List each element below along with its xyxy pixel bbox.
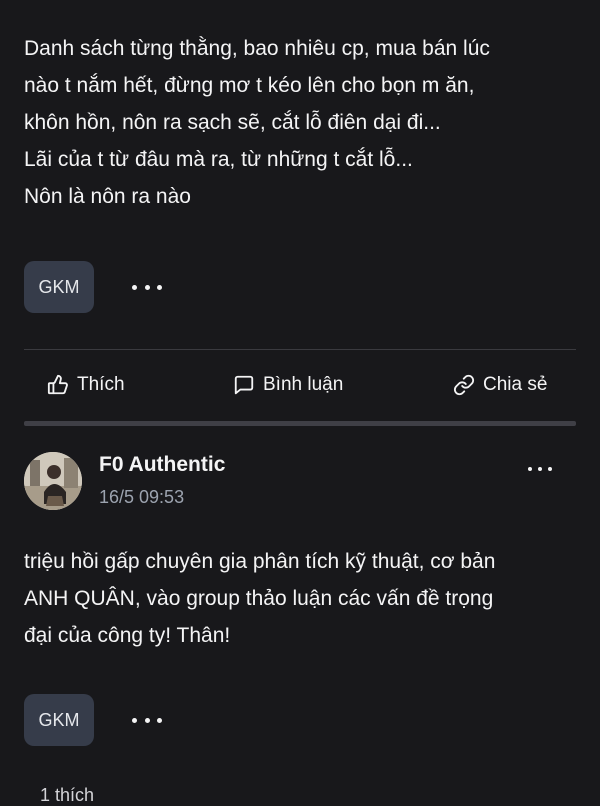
post-text-line: khôn hồn, nôn ra sạch sẽ, cắt lỗ điên dạ… — [24, 111, 441, 134]
share-button[interactable]: Chia sẻ — [453, 365, 547, 405]
like-button[interactable]: Thích — [47, 365, 125, 405]
comment-button[interactable]: Bình luận — [233, 365, 343, 405]
dot — [548, 467, 552, 471]
post-text-line: Nôn là nôn ra nào — [24, 185, 191, 208]
post-body: triệu hồi gấp chuyên gia phân tích kỹ th… — [24, 543, 576, 654]
dot — [132, 717, 137, 723]
dot — [132, 284, 137, 290]
post-text-line: ANH QUÂN, vào group thảo luận các vấn đề… — [24, 587, 494, 610]
more-options-icon[interactable] — [132, 277, 162, 297]
like-label: Thích — [77, 374, 125, 395]
stock-tag[interactable]: GKM — [24, 261, 94, 313]
dot — [144, 284, 150, 290]
post-tag-row: GKM — [24, 694, 162, 746]
more-options-icon[interactable] — [528, 460, 552, 478]
avatar-image — [24, 452, 82, 510]
author-name[interactable]: F0 Authentic — [99, 453, 225, 477]
dot — [144, 717, 150, 723]
more-options-icon[interactable] — [132, 710, 162, 730]
dot — [157, 717, 162, 723]
post-timestamp: 16/5 09:53 — [99, 487, 185, 507]
post-text-line: Danh sách từng thằng, bao nhiêu cp, mua … — [24, 37, 490, 60]
post-body: Danh sách từng thằng, bao nhiêu cp, mua … — [24, 30, 576, 215]
dot — [538, 467, 542, 471]
stock-tag[interactable]: GKM — [24, 694, 94, 746]
dot — [157, 284, 162, 290]
likes-count[interactable]: 1 thích — [40, 785, 94, 806]
post-text-line: triệu hồi gấp chuyên gia phân tích kỹ th… — [24, 550, 496, 573]
thumbs-up-icon — [47, 374, 68, 395]
divider — [24, 349, 576, 350]
share-label: Chia sẻ — [483, 374, 548, 395]
comment-icon — [234, 375, 254, 395]
post-tag-row: GKM — [24, 261, 162, 313]
post-actions: Thích Bình luận Chia sẻ — [0, 365, 600, 405]
link-icon — [453, 374, 475, 396]
post-text-line: đại của công ty! Thân! — [24, 624, 231, 647]
post-separator — [24, 421, 576, 426]
dot — [528, 467, 532, 471]
post-text-line: Lãi của t từ đâu mà ra, từ những t cắt l… — [24, 148, 413, 171]
post-text-line: nào t nắm hết, đừng mơ t kéo lên cho bọn… — [24, 74, 475, 97]
comment-label: Bình luận — [263, 374, 344, 395]
avatar[interactable] — [24, 452, 82, 510]
